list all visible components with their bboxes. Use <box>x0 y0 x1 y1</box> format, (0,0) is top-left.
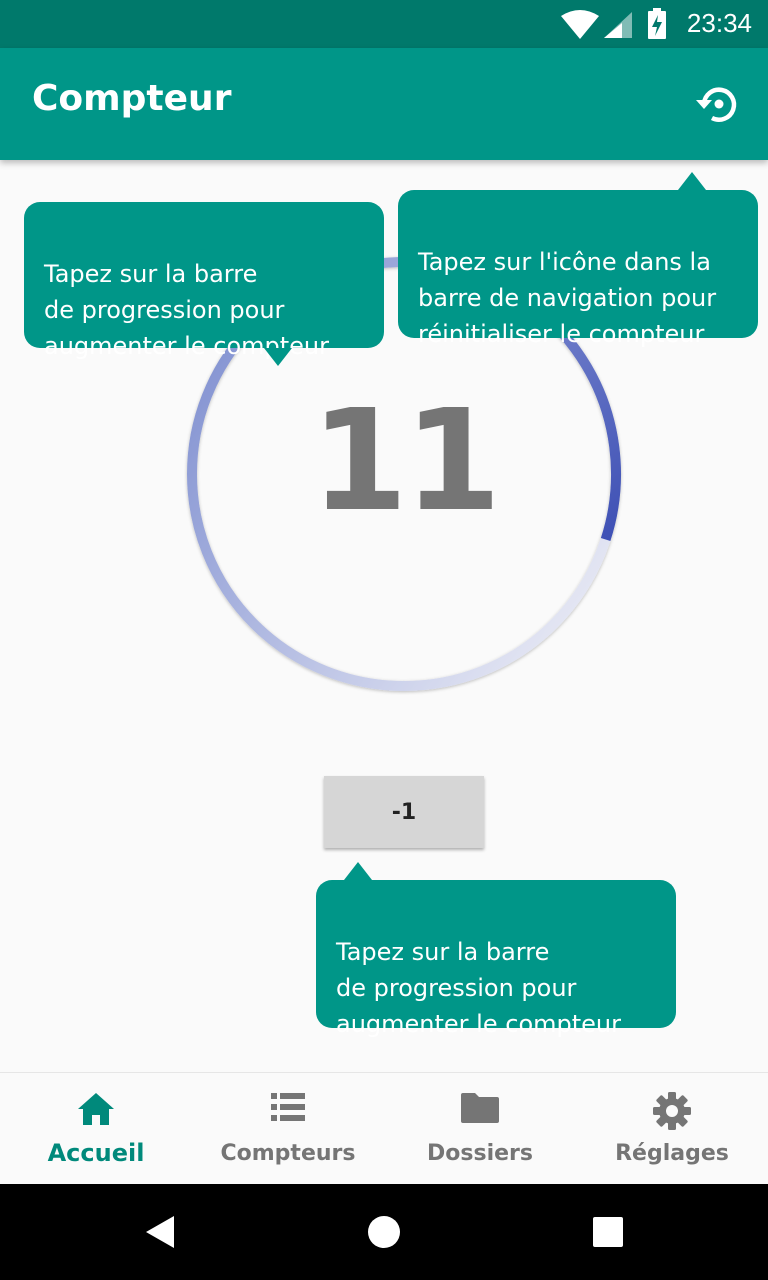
home-circle-icon[interactable] <box>366 1214 402 1250</box>
tooltip-arrow <box>264 348 292 366</box>
home-icon <box>78 1093 114 1125</box>
tooltip-arrow <box>678 172 706 190</box>
decrement-button[interactable]: -1 <box>324 776 484 848</box>
restore-icon <box>696 87 737 122</box>
nav-label-dossiers: Dossiers <box>427 1141 533 1166</box>
list-icon <box>271 1093 305 1121</box>
signal-icon <box>604 12 632 38</box>
nav-label-accueil: Accueil <box>47 1139 145 1167</box>
folder-icon <box>461 1093 499 1123</box>
tooltip-button-text: Tapez sur la barre de progression pour a… <box>336 938 621 1038</box>
counter-value[interactable]: 11 <box>180 380 628 543</box>
status-time: 23:34 <box>686 8 752 38</box>
recents-icon[interactable] <box>590 1214 626 1250</box>
tooltip-arrow <box>344 862 372 880</box>
bottom-navigation: Accueil Compteurs Dossiers Réglages <box>0 1072 768 1184</box>
tooltip-progress-text: Tapez sur la barre de progression pour a… <box>44 260 329 360</box>
nav-item-dossiers[interactable]: Dossiers <box>384 1073 576 1184</box>
nav-item-accueil[interactable]: Accueil <box>0 1073 192 1184</box>
nav-item-compteurs[interactable]: Compteurs <box>192 1073 384 1184</box>
tooltip-reset-text: Tapez sur l'icône dans la barre de navig… <box>418 248 717 348</box>
tooltip-reset-hint: Tapez sur l'icône dans la barre de navig… <box>398 172 758 348</box>
status-bar: 23:34 <box>0 0 768 48</box>
back-icon[interactable] <box>142 1214 178 1250</box>
nav-label-reglages: Réglages <box>615 1141 729 1166</box>
settings-icon <box>653 1092 691 1130</box>
wifi-icon <box>561 10 599 39</box>
system-navigation-bar <box>0 1184 768 1280</box>
nav-label-compteurs: Compteurs <box>220 1141 356 1166</box>
reset-button[interactable] <box>692 78 744 130</box>
app-bar: Compteur <box>0 48 768 160</box>
page-title: Compteur <box>32 78 232 119</box>
battery-charging-icon <box>648 8 666 39</box>
nav-item-reglages[interactable]: Réglages <box>576 1073 768 1184</box>
tooltip-button-hint: Tapez sur la barre de progression pour a… <box>316 862 676 1038</box>
tooltip-progress-hint: Tapez sur la barre de progression pour a… <box>24 202 384 366</box>
